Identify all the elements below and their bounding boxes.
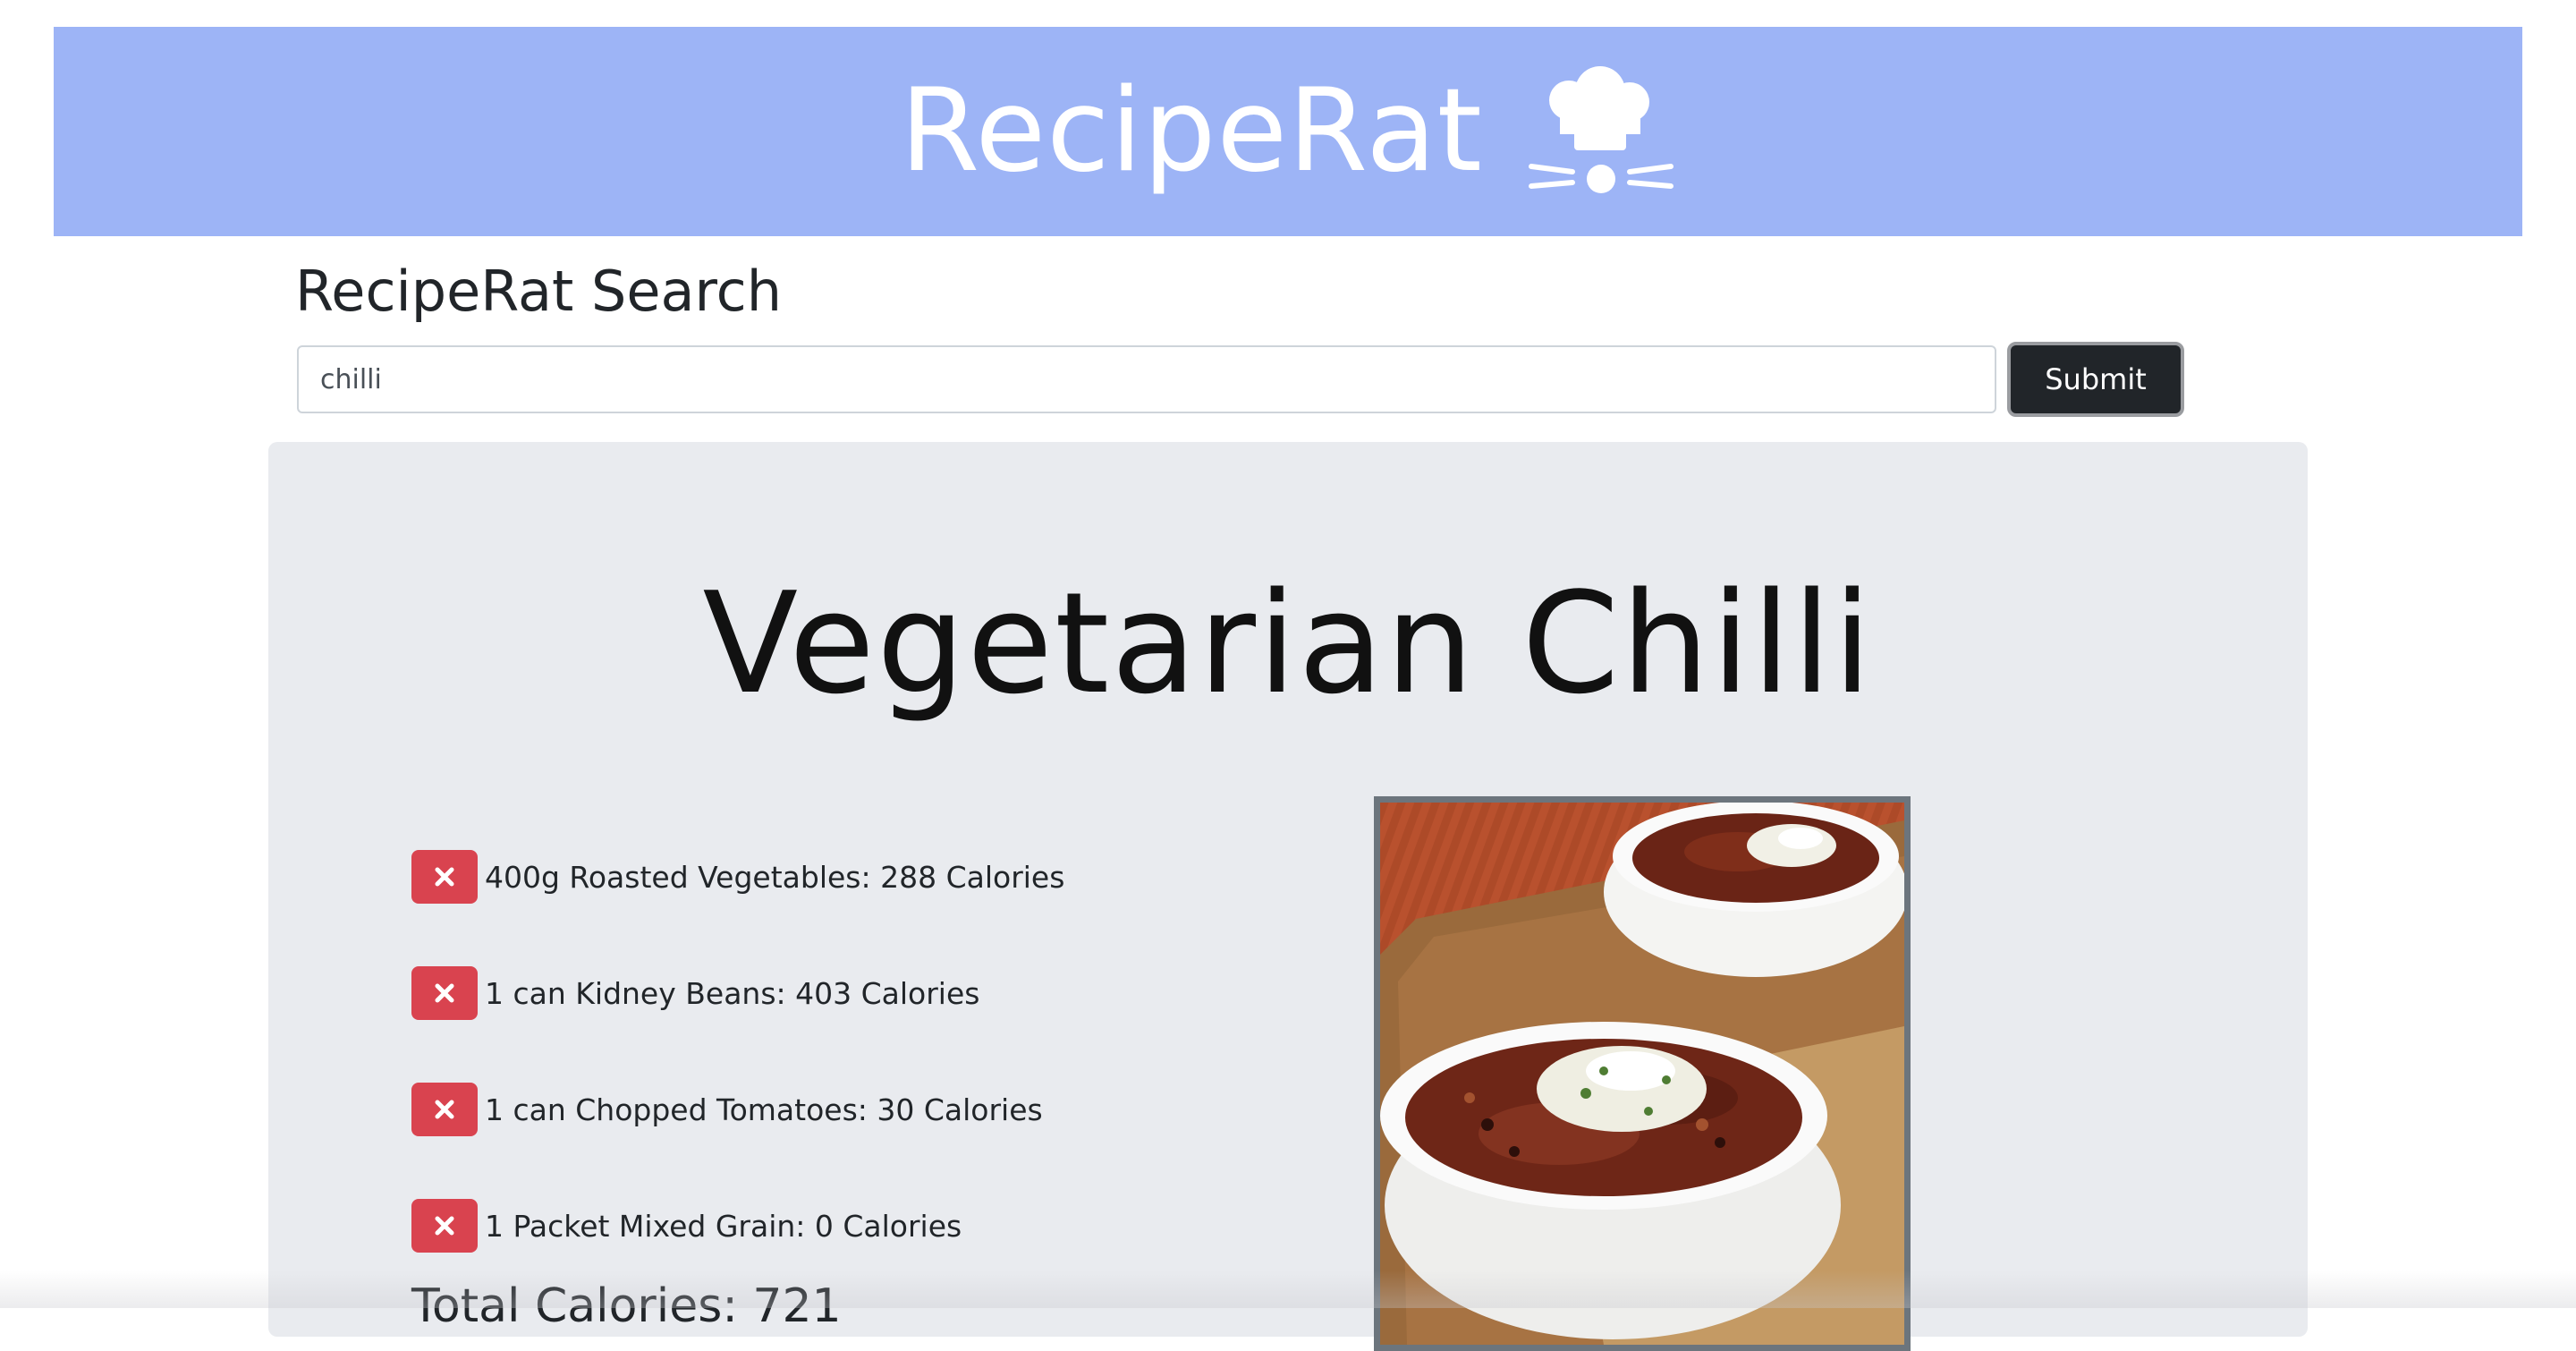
rat-chef-hat-icon <box>1524 64 1676 199</box>
remove-ingredient-button[interactable] <box>411 1083 478 1136</box>
ingredient-item: 400g Roasted Vegetables: 288 Calories <box>411 850 1064 904</box>
ingredient-item: 1 Packet Mixed Grain: 0 Calories <box>411 1199 962 1253</box>
remove-ingredient-button[interactable] <box>411 966 478 1020</box>
remove-ingredient-button[interactable] <box>411 1199 478 1253</box>
ingredient-text: 400g Roasted Vegetables: 288 Calories <box>485 859 1065 895</box>
app-name: RecipeRat <box>900 64 1483 198</box>
ingredient-item: 1 can Chopped Tomatoes: 30 Calories <box>411 1083 1043 1136</box>
close-icon <box>435 983 454 1003</box>
ingredient-text: 1 can Kidney Beans: 403 Calories <box>485 975 980 1011</box>
submit-button[interactable]: Submit <box>2007 342 2184 417</box>
close-icon <box>435 867 454 887</box>
ingredient-item: 1 can Kidney Beans: 403 Calories <box>411 966 979 1020</box>
total-calories: Total Calories: 721 <box>411 1279 842 1333</box>
remove-ingredient-button[interactable] <box>411 850 478 904</box>
recipe-card: Vegetarian Chilli 400g Roasted Vegetable… <box>268 442 2308 1351</box>
brand[interactable]: RecipeRat <box>900 64 1676 199</box>
recipe-photo <box>1374 796 1911 1351</box>
ingredient-text: 1 Packet Mixed Grain: 0 Calories <box>485 1208 962 1244</box>
search-input[interactable] <box>297 345 1996 413</box>
close-icon <box>435 1100 454 1119</box>
ingredient-text: 1 can Chopped Tomatoes: 30 Calories <box>485 1092 1043 1127</box>
app-header: RecipeRat <box>54 27 2522 236</box>
search-heading: RecipeRat Search <box>295 259 782 324</box>
recipe-title: Vegetarian Chilli <box>702 562 1874 725</box>
close-icon <box>435 1216 454 1236</box>
